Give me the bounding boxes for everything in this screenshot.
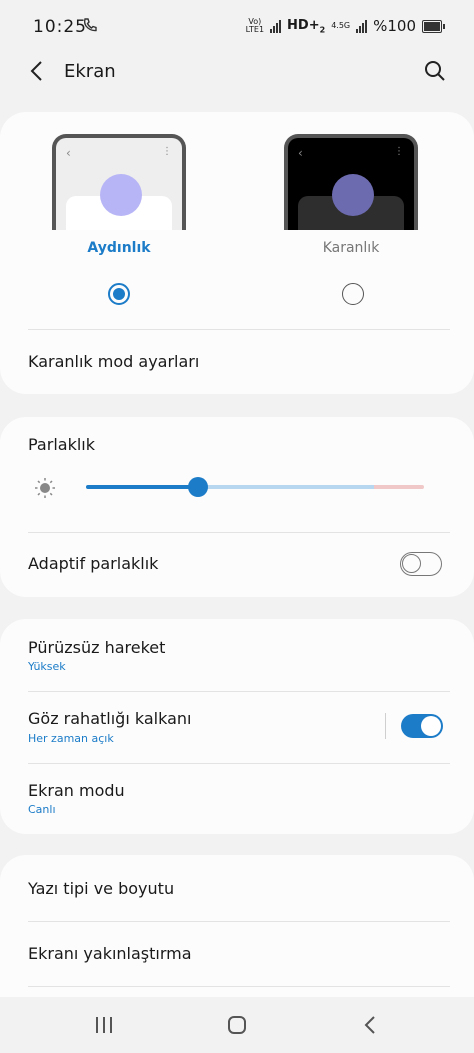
hd-indicator: HD+2 (287, 17, 326, 35)
divider (28, 691, 450, 692)
search-icon[interactable] (420, 56, 450, 86)
eye-comfort-value: Her zaman açık (28, 732, 114, 745)
light-theme-preview[interactable]: ‹ ⋮ (52, 134, 186, 230)
dark-mode-settings-item[interactable]: Karanlık mod ayarları (28, 352, 199, 371)
back-icon[interactable] (354, 1009, 386, 1041)
preview-menu-icon: ⋮ (162, 146, 172, 157)
eye-comfort-toggle[interactable] (401, 714, 443, 738)
preview-back-icon: ‹ (298, 146, 303, 160)
wifi-calling-icon (82, 17, 98, 37)
font-zoom-card: Yazı tipi ve boyutu Ekranı yakınlaştırma (0, 855, 474, 997)
screen-zoom-item[interactable]: Ekranı yakınlaştırma (28, 944, 192, 963)
adaptive-brightness-label[interactable]: Adaptif parlaklık (28, 554, 158, 573)
preview-menu-icon: ⋮ (394, 146, 404, 157)
status-indicators: Vo) LTE1 HD+2 4.5G %100 (245, 17, 445, 35)
recents-icon[interactable] (88, 1009, 120, 1041)
status-bar: 10:25 Vo) LTE1 HD+2 4.5G %100 (0, 0, 474, 54)
brightness-slider-high-zone (374, 485, 424, 489)
dark-theme-preview[interactable]: ‹ ⋮ (284, 134, 418, 230)
toggle-separator (385, 713, 386, 739)
smooth-motion-title[interactable]: Pürüzsüz hareket (28, 638, 165, 657)
preview-circle (100, 174, 142, 216)
app-bar: Ekran (0, 50, 474, 94)
dark-theme-radio[interactable] (342, 283, 364, 305)
divider (28, 921, 450, 922)
page-title: Ekran (64, 61, 116, 82)
brightness-slider-track[interactable] (198, 485, 374, 489)
battery-percent: %100 (373, 17, 416, 35)
light-theme-radio[interactable] (108, 283, 130, 305)
theme-card: ‹ ⋮ ‹ ⋮ Aydınlık Karanlık Karanlık mod a… (0, 112, 474, 394)
preview-circle (332, 174, 374, 216)
smooth-motion-value: Yüksek (28, 660, 66, 673)
preview-back-icon: ‹ (66, 146, 71, 160)
volte-indicator: Vo) LTE1 (245, 17, 265, 34)
eye-comfort-title[interactable]: Göz rahatlığı kalkanı (28, 709, 191, 728)
navigation-bar (0, 997, 474, 1053)
brightness-slider-thumb[interactable] (188, 477, 208, 497)
brightness-title: Parlaklık (28, 435, 95, 454)
dark-theme-label[interactable]: Karanlık (284, 240, 418, 256)
divider (28, 532, 450, 533)
font-size-item[interactable]: Yazı tipi ve boyutu (28, 879, 174, 898)
status-time: 10:25 (33, 17, 87, 37)
light-theme-label[interactable]: Aydınlık (52, 240, 186, 256)
network-indicator: 4.5G (331, 21, 351, 30)
sun-icon (35, 478, 55, 498)
brightness-slider-fill (86, 485, 198, 489)
divider (28, 329, 450, 330)
signal-icon-2 (356, 19, 368, 33)
signal-icon (270, 19, 282, 33)
adaptive-brightness-toggle[interactable] (400, 552, 442, 576)
divider (28, 986, 450, 987)
divider (28, 763, 450, 764)
battery-icon (422, 19, 445, 33)
screen-mode-title[interactable]: Ekran modu (28, 781, 125, 800)
back-chevron-icon[interactable] (22, 56, 52, 86)
screen-mode-value: Canlı (28, 803, 56, 816)
home-icon[interactable] (221, 1009, 253, 1041)
